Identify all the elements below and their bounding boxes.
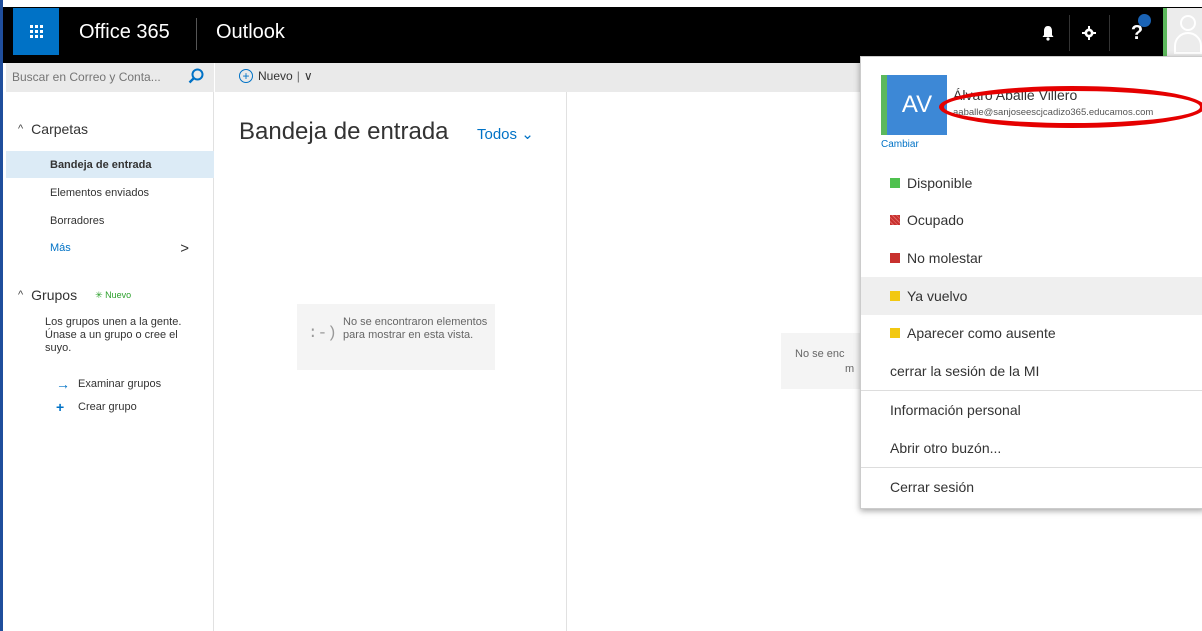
groups-header[interactable]: ^ Grupos ✳ Nuevo [18,287,131,303]
open-other-mailbox[interactable]: Abrir otro buzón... [861,429,1202,467]
notification-dot [1138,14,1151,27]
status-square-icon [890,291,900,301]
status-dnd[interactable]: No molestar [861,239,1202,277]
brand-label[interactable]: Office 365 [79,21,170,44]
signout-button[interactable]: Cerrar sesión [861,468,1202,506]
plus-circle-icon: + [239,69,253,83]
folder-sent[interactable]: Elementos enviados [6,179,214,206]
plus-icon: + [56,399,65,415]
empty-message: No se encontraron elementos para mostrar… [343,316,488,341]
folders-header[interactable]: ^ Carpetas [18,121,88,137]
create-group-link[interactable]: + Crear grupo [56,399,137,415]
app-name[interactable]: Outlook [216,21,285,44]
signout-im[interactable]: cerrar la sesión de la MI [861,352,1202,390]
search-icon[interactable] [187,67,205,85]
filter-dropdown[interactable]: Todos ⌄ [477,125,534,143]
folder-title: Bandeja de entrada [239,118,449,145]
user-initials-avatar: AV [881,75,947,135]
chevron-down-icon: ⌄ [521,126,534,143]
groups-description: Los grupos unen a la gente. Únase a un g… [45,316,182,354]
chevron-down-icon[interactable]: ∨ [304,69,313,83]
status-square-icon [890,178,900,188]
status-available[interactable]: Disponible [861,164,1202,202]
change-photo-link[interactable]: Cambiar [881,139,919,150]
status-be-right-back[interactable]: Ya vuelvo [861,277,1202,315]
empty-state: :-) No se encontraron elementos para mos… [297,304,495,370]
status-square-icon [890,215,900,225]
status-square-icon [890,328,900,338]
command-bar: + Nuevo | ∨ [215,63,861,92]
more-folders-link[interactable]: Más > [6,234,214,261]
waffle-icon[interactable] [13,8,59,55]
personal-info[interactable]: Información personal [861,391,1202,429]
status-square-icon [890,253,900,263]
user-avatar[interactable] [1163,8,1202,56]
user-menu: AV Álvaro Aballe Villero aaballe@sanjose… [860,56,1202,509]
search-input[interactable] [12,67,182,87]
chevron-up-icon: ^ [18,123,24,135]
arrow-right-icon: → [56,376,70,392]
top-bar: Office 365 Outlook ? [3,0,1202,63]
chevron-right-icon: > [180,240,189,257]
new-message-button[interactable]: + Nuevo | ∨ [239,69,313,83]
brand-divider [196,18,197,50]
bell-icon[interactable] [1030,18,1066,48]
message-list: Bandeja de entrada Todos ⌄ :-) No se enc… [215,92,567,631]
annotation-ellipse [939,86,1202,128]
folder-inbox[interactable]: Bandeja de entrada [6,151,214,178]
sad-face-icon: :-) [308,324,337,342]
left-nav: ^ Carpetas Bandeja de entrada Elementos … [6,63,214,631]
folder-drafts[interactable]: Borradores [6,207,214,234]
outlook-window: Office 365 Outlook ? ^ Carpetas Bandeja … [0,0,1202,631]
status-busy[interactable]: Ocupado [861,201,1202,239]
browse-groups-link[interactable]: → Examinar grupos [56,376,161,392]
chevron-up-icon: ^ [18,289,24,301]
search-bar [6,63,214,92]
gear-icon[interactable] [1071,18,1107,48]
new-badge: ✳ Nuevo [95,289,132,300]
status-appear-away[interactable]: Aparecer como ausente [861,314,1202,352]
